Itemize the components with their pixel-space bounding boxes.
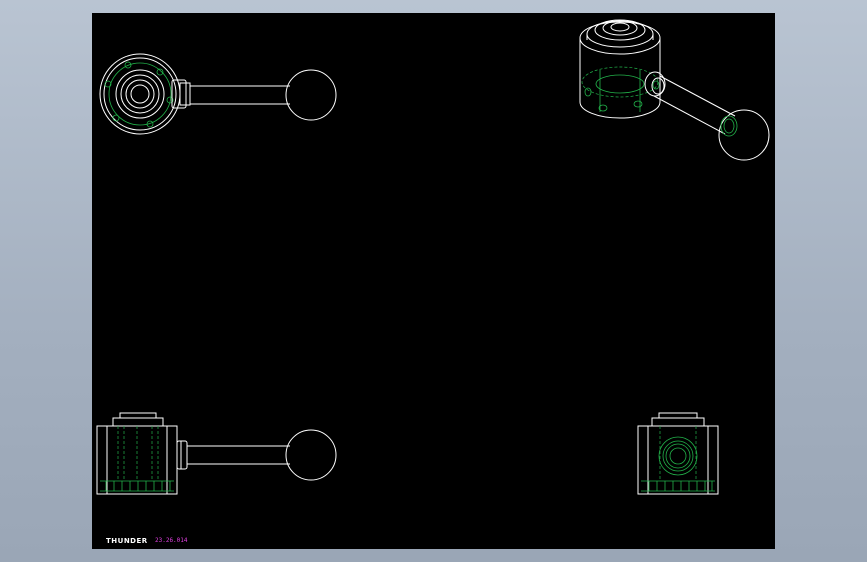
side-view (637, 412, 719, 495)
isometric-view (579, 19, 770, 161)
cad-drawing (96, 19, 770, 495)
company-logo: THUNDER (106, 537, 148, 545)
top-view (99, 53, 337, 135)
front-view (96, 412, 337, 495)
drawing-code: 23.26.014 (155, 537, 188, 544)
